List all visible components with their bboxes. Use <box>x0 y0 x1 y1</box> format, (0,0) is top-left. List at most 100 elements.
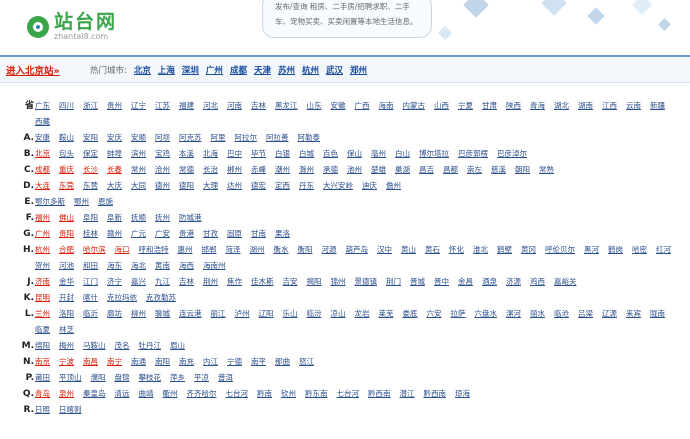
city-link[interactable]: 阿克苏 <box>179 130 202 146</box>
city-link[interactable]: 东营 <box>83 178 98 194</box>
city-link[interactable]: 黑龙江 <box>275 98 298 114</box>
hot-city-link[interactable]: 成都 <box>230 66 247 76</box>
city-link[interactable]: 安徽 <box>331 98 346 114</box>
city-link[interactable]: 毕节 <box>251 146 266 162</box>
city-link[interactable]: 怒江 <box>299 354 314 370</box>
city-link[interactable]: 本溪 <box>179 146 194 162</box>
city-link[interactable]: 丽水 <box>530 306 545 322</box>
city-link[interactable]: 海东 <box>107 258 122 274</box>
city-link[interactable]: 娄底 <box>403 306 418 322</box>
city-link[interactable]: 海北 <box>131 258 146 274</box>
city-link[interactable]: 海南 <box>379 98 394 114</box>
city-link[interactable]: 济源 <box>506 274 521 290</box>
city-link[interactable]: 河北 <box>203 98 218 114</box>
city-link[interactable]: 南昌 <box>83 354 98 370</box>
city-link[interactable]: 安顺 <box>131 130 146 146</box>
city-link[interactable]: 北京 <box>35 146 50 162</box>
city-link[interactable]: 茂名 <box>115 338 130 354</box>
city-link[interactable]: 湖州 <box>250 242 265 258</box>
city-link[interactable]: 洛阳 <box>59 306 74 322</box>
hot-city-link[interactable]: 北京 <box>134 66 151 76</box>
city-link[interactable]: 南京 <box>35 354 50 370</box>
city-link[interactable]: 河南 <box>227 98 242 114</box>
city-link[interactable]: 荆门 <box>386 274 401 290</box>
hot-city-link[interactable]: 广州 <box>206 66 223 76</box>
city-link[interactable]: 贵阳 <box>59 226 74 242</box>
city-link[interactable]: 西藏 <box>35 114 50 130</box>
city-link[interactable]: 大兴安岭 <box>323 178 353 194</box>
city-link[interactable]: 辽宁 <box>131 98 146 114</box>
city-link[interactable]: 临夏 <box>35 322 50 338</box>
city-link[interactable]: 七台河 <box>226 386 249 402</box>
city-link[interactable]: 德州 <box>155 178 170 194</box>
city-link[interactable]: 黔南 <box>257 386 272 402</box>
city-link[interactable]: 潮州 <box>275 162 290 178</box>
city-link[interactable]: 浙江 <box>83 98 98 114</box>
city-link[interactable]: 金昌 <box>458 274 473 290</box>
city-link[interactable]: 昌吉 <box>419 162 434 178</box>
city-link[interactable]: 宁德 <box>227 354 242 370</box>
city-link[interactable]: 云南 <box>626 98 641 114</box>
city-link[interactable]: 慈溪 <box>491 162 506 178</box>
city-link[interactable]: 临沂 <box>83 306 98 322</box>
city-link[interactable]: 大庆 <box>107 178 122 194</box>
city-link[interactable]: 锦州 <box>331 274 346 290</box>
city-link[interactable]: 福州 <box>35 210 50 226</box>
city-link[interactable]: 昌都 <box>443 162 458 178</box>
city-link[interactable]: 鹤壁 <box>497 242 512 258</box>
city-link[interactable]: 呼和浩特 <box>139 242 169 258</box>
city-link[interactable]: 巢湖 <box>395 162 410 178</box>
city-link[interactable]: 广东 <box>35 98 50 114</box>
city-link[interactable]: 衡阳 <box>298 242 313 258</box>
city-link[interactable]: 衢州 <box>163 386 178 402</box>
city-link[interactable]: 内蒙古 <box>403 98 426 114</box>
city-link[interactable]: 儋州 <box>386 178 401 194</box>
city-link[interactable]: 湖北 <box>554 98 569 114</box>
city-link[interactable]: 阿坝 <box>155 130 170 146</box>
hot-city-link[interactable]: 武汉 <box>326 66 343 76</box>
city-link[interactable]: 平凉 <box>194 370 209 386</box>
city-link[interactable]: 泸州 <box>235 306 250 322</box>
city-link[interactable]: 成都 <box>35 162 50 178</box>
city-link[interactable]: 平顶山 <box>59 370 82 386</box>
city-link[interactable]: 晋中 <box>434 274 449 290</box>
city-link[interactable]: 陇南 <box>650 306 665 322</box>
city-link[interactable]: 六安 <box>427 306 442 322</box>
city-link[interactable]: 惠州 <box>178 242 193 258</box>
city-link[interactable]: 嘉兴 <box>131 274 146 290</box>
city-link[interactable]: 甘肃 <box>482 98 497 114</box>
city-link[interactable]: 九江 <box>155 274 170 290</box>
city-link[interactable]: 邯郸 <box>202 242 217 258</box>
city-link[interactable]: 江门 <box>83 274 98 290</box>
city-link[interactable]: 金华 <box>59 274 74 290</box>
city-link[interactable]: 安庆 <box>107 130 122 146</box>
hot-city-link[interactable]: 苏州 <box>278 66 295 76</box>
city-link[interactable]: 鹤岗 <box>608 242 623 258</box>
city-link[interactable]: 阜新 <box>107 210 122 226</box>
city-link[interactable]: 秦皇岛 <box>83 386 106 402</box>
city-link[interactable]: 青海 <box>530 98 545 114</box>
city-link[interactable]: 德宏 <box>251 178 266 194</box>
city-link[interactable]: 黄冈 <box>521 242 536 258</box>
city-link[interactable]: 临汾 <box>307 306 322 322</box>
city-link[interactable]: 滨州 <box>131 146 146 162</box>
city-link[interactable]: 崇左 <box>467 162 482 178</box>
city-link[interactable]: 南宁 <box>107 354 122 370</box>
city-link[interactable]: 鸡西 <box>530 274 545 290</box>
city-link[interactable]: 萍乡 <box>170 370 185 386</box>
city-link[interactable]: 巴彦郭楞 <box>458 146 488 162</box>
city-link[interactable]: 合肥 <box>59 242 74 258</box>
city-link[interactable]: 济南 <box>35 274 50 290</box>
city-link[interactable]: 阿里 <box>211 130 226 146</box>
city-link[interactable]: 马鞍山 <box>83 338 106 354</box>
city-link[interactable]: 广安 <box>155 226 170 242</box>
hot-city-link[interactable]: 上海 <box>158 66 175 76</box>
city-link[interactable]: 抚州 <box>155 210 170 226</box>
city-link[interactable]: 梅州 <box>59 338 74 354</box>
city-link[interactable]: 大同 <box>131 178 146 194</box>
city-link[interactable]: 宁波 <box>59 354 74 370</box>
city-link[interactable]: 连云港 <box>179 306 202 322</box>
city-link[interactable]: 克拉玛依 <box>107 290 137 306</box>
city-link[interactable]: 兰州 <box>35 306 50 322</box>
city-link[interactable]: 贺州 <box>35 258 50 274</box>
